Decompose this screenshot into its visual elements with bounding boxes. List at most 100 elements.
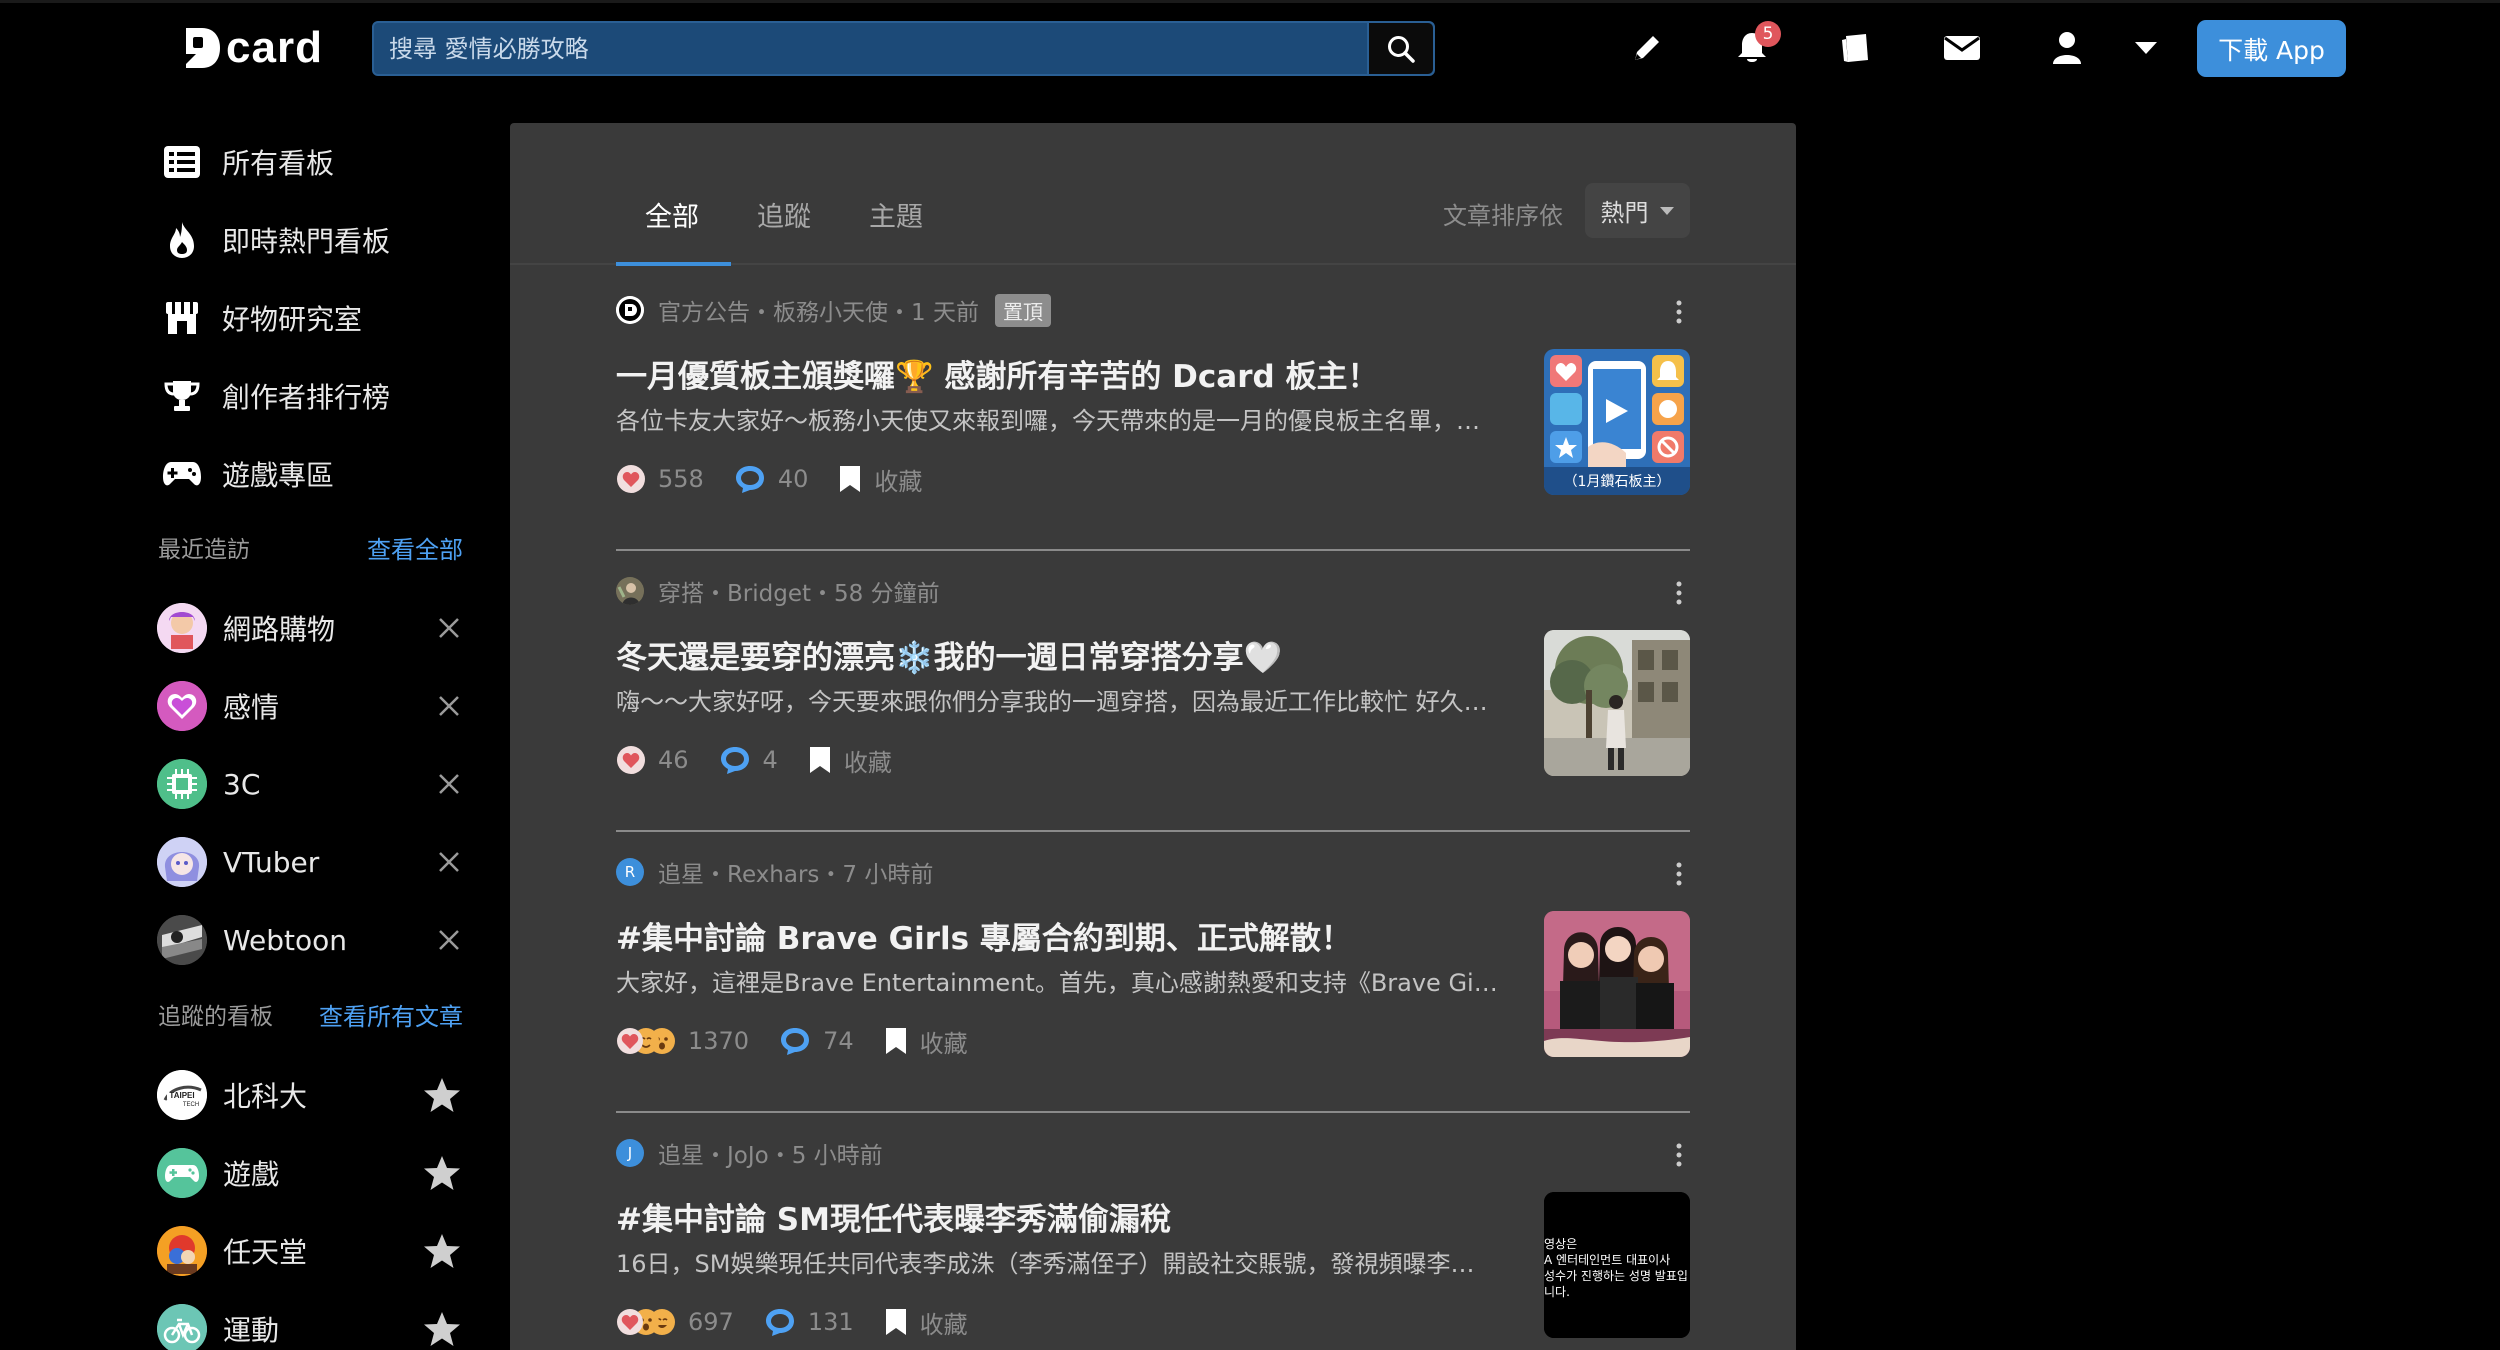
thumb-caption: （1月鑽石板主）: [1564, 474, 1671, 490]
star-icon[interactable]: [422, 1075, 462, 1115]
following-view-all-link[interactable]: 查看所有文章: [319, 997, 463, 1032]
post-thumbnail[interactable]: [1544, 630, 1690, 776]
pinned-tag: 置頂: [994, 293, 1051, 327]
board-label: Webtoon: [223, 923, 348, 957]
save-button[interactable]: 收藏: [884, 1024, 968, 1059]
nav-label: 遊戲專區: [222, 459, 335, 492]
followed-board-item[interactable]: 遊戲: [157, 1145, 462, 1201]
followed-board-item[interactable]: 任天堂: [157, 1223, 462, 1279]
download-app-button[interactable]: 下載 App: [2197, 20, 2346, 77]
tab-following[interactable]: 追蹤: [757, 195, 811, 234]
dcard-logo-mark: [182, 24, 224, 72]
board-avatar: [157, 759, 207, 809]
star-icon[interactable]: [422, 1309, 462, 1349]
reaction-count[interactable]: 1370: [616, 1026, 749, 1056]
nav-label: 所有看板: [222, 147, 335, 180]
messages-button[interactable]: [1939, 25, 1985, 71]
search-input[interactable]: [374, 23, 1367, 74]
search-button[interactable]: [1367, 23, 1433, 74]
dcard-app: card 5: [0, 0, 2500, 1350]
post-meta: 穿搭・Bridget・58 分鐘前: [616, 574, 940, 608]
board-avatar: [157, 681, 207, 731]
nav-goods-lab[interactable]: 好物研究室: [160, 288, 362, 348]
recent-board-item[interactable]: 感情: [157, 678, 462, 734]
comment-count-value: 74: [823, 1027, 854, 1055]
notification-button[interactable]: 5: [1729, 21, 1781, 71]
comment-count[interactable]: 131: [764, 1307, 854, 1337]
svg-text:TECH: TECH: [183, 1102, 199, 1108]
recent-view-all-link[interactable]: 查看全部: [367, 530, 463, 565]
thumb-text-line: A 엔터테인먼트 대표이사: [1544, 1253, 1670, 1267]
more-options-icon[interactable]: [1674, 580, 1684, 606]
account-menu-button[interactable]: [2123, 25, 2169, 71]
recent-board-item[interactable]: VTuber: [157, 834, 462, 890]
post-excerpt: 16日，SM娛樂現任共同代表李成洙（李秀滿侄子）開設社交賬號，發視頻曝李…: [616, 1250, 1475, 1278]
post-thumbnail[interactable]: [1544, 911, 1690, 1057]
nav-trending-boards[interactable]: 即時熱門看板: [160, 210, 390, 270]
reaction-count[interactable]: 697: [616, 1307, 734, 1337]
tab-all[interactable]: 全部: [645, 195, 699, 234]
following-section-header: 追蹤的看板 查看所有文章: [158, 994, 463, 1034]
save-button[interactable]: 收藏: [884, 1305, 968, 1340]
comment-icon: [720, 747, 749, 774]
write-post-button[interactable]: [1624, 25, 1670, 71]
followed-board-item[interactable]: TAIPEI TECH 北科大: [157, 1067, 462, 1123]
more-options-icon[interactable]: [1674, 861, 1684, 887]
comment-icon: [781, 1028, 810, 1055]
more-options-icon[interactable]: [1674, 1142, 1684, 1168]
profile-button[interactable]: [2044, 25, 2090, 71]
board-avatar: [157, 1304, 207, 1350]
bookmark-icon: [885, 1028, 906, 1054]
nav-creator-ranking[interactable]: 創作者排行榜: [160, 366, 390, 426]
post-card[interactable]: R 追星・Rexhars・7 小時前 #集中討論 Brave Girls 專屬合…: [616, 833, 1690, 1113]
trophy-icon: [160, 374, 204, 418]
search-icon: [1388, 35, 1415, 63]
comment-count[interactable]: 4: [719, 745, 778, 775]
recent-board-item[interactable]: 網路購物: [157, 600, 462, 656]
post-thumbnail[interactable]: 영상은 A 엔터테인먼트 대표이사 성수가 진행하는 성명 발표입 니다.: [1544, 1192, 1690, 1338]
board-label: VTuber: [223, 845, 320, 879]
close-icon[interactable]: [436, 849, 462, 875]
cards-icon: [1842, 34, 1868, 62]
close-icon[interactable]: [436, 615, 462, 641]
sort-label: 文章排序依: [1443, 202, 1563, 230]
recent-board-item[interactable]: 3C: [157, 756, 462, 812]
pencil-icon: [1635, 36, 1659, 60]
comment-count[interactable]: 74: [779, 1026, 854, 1056]
cards-button[interactable]: [1833, 25, 1879, 71]
close-icon[interactable]: [436, 693, 462, 719]
save-button[interactable]: 收藏: [838, 462, 922, 497]
post-title: 冬天還是要穿的漂亮❄️我的一週日常穿搭分享🤍: [616, 640, 1283, 676]
active-tab-indicator: [616, 262, 731, 266]
like-count[interactable]: 558: [616, 464, 704, 494]
board-avatar: [157, 837, 207, 887]
board-label: 任天堂: [223, 1236, 308, 1269]
author-avatar: J: [616, 1139, 644, 1167]
save-button[interactable]: 收藏: [808, 743, 892, 778]
dcard-logo[interactable]: card: [182, 21, 323, 75]
fire-icon: [160, 218, 204, 262]
nav-all-boards[interactable]: 所有看板: [160, 132, 334, 192]
post-card[interactable]: 官方公告・板務小天使・1 天前 置頂 一月優質板主頒獎囉🏆 感謝所有辛苦的 Dc…: [616, 271, 1690, 551]
sort-value: 熱門: [1600, 199, 1649, 227]
caret-down-icon: [1659, 206, 1674, 215]
recent-board-item[interactable]: Webtoon: [157, 912, 462, 968]
more-options-icon[interactable]: [1674, 299, 1684, 325]
star-icon[interactable]: [422, 1231, 462, 1271]
nav-game-zone[interactable]: 遊戲專區: [160, 444, 334, 504]
post-card[interactable]: 穿搭・Bridget・58 分鐘前 冬天還是要穿的漂亮❄️我的一週日常穿搭分享🤍…: [616, 552, 1690, 832]
star-icon[interactable]: [422, 1153, 462, 1193]
tab-topics[interactable]: 主題: [869, 195, 923, 234]
comment-count[interactable]: 40: [734, 464, 808, 494]
post-card[interactable]: J 追星・JoJo・5 小時前 #集中討論 SM現任代表曝李秀滿偷漏稅 16日，…: [616, 1114, 1690, 1350]
avatar-letter: R: [624, 863, 636, 881]
followed-board-item[interactable]: 運動: [157, 1301, 462, 1350]
post-actions: 46 4 收藏: [616, 742, 922, 778]
post-thumbnail[interactable]: （1月鑽石板主）: [1544, 349, 1690, 495]
close-icon[interactable]: [436, 927, 462, 953]
like-count[interactable]: 46: [616, 745, 689, 775]
logo-text: card: [226, 23, 323, 72]
close-icon[interactable]: [436, 771, 462, 797]
sort-dropdown[interactable]: 熱門: [1585, 183, 1690, 238]
board-label: 3C: [223, 767, 261, 801]
